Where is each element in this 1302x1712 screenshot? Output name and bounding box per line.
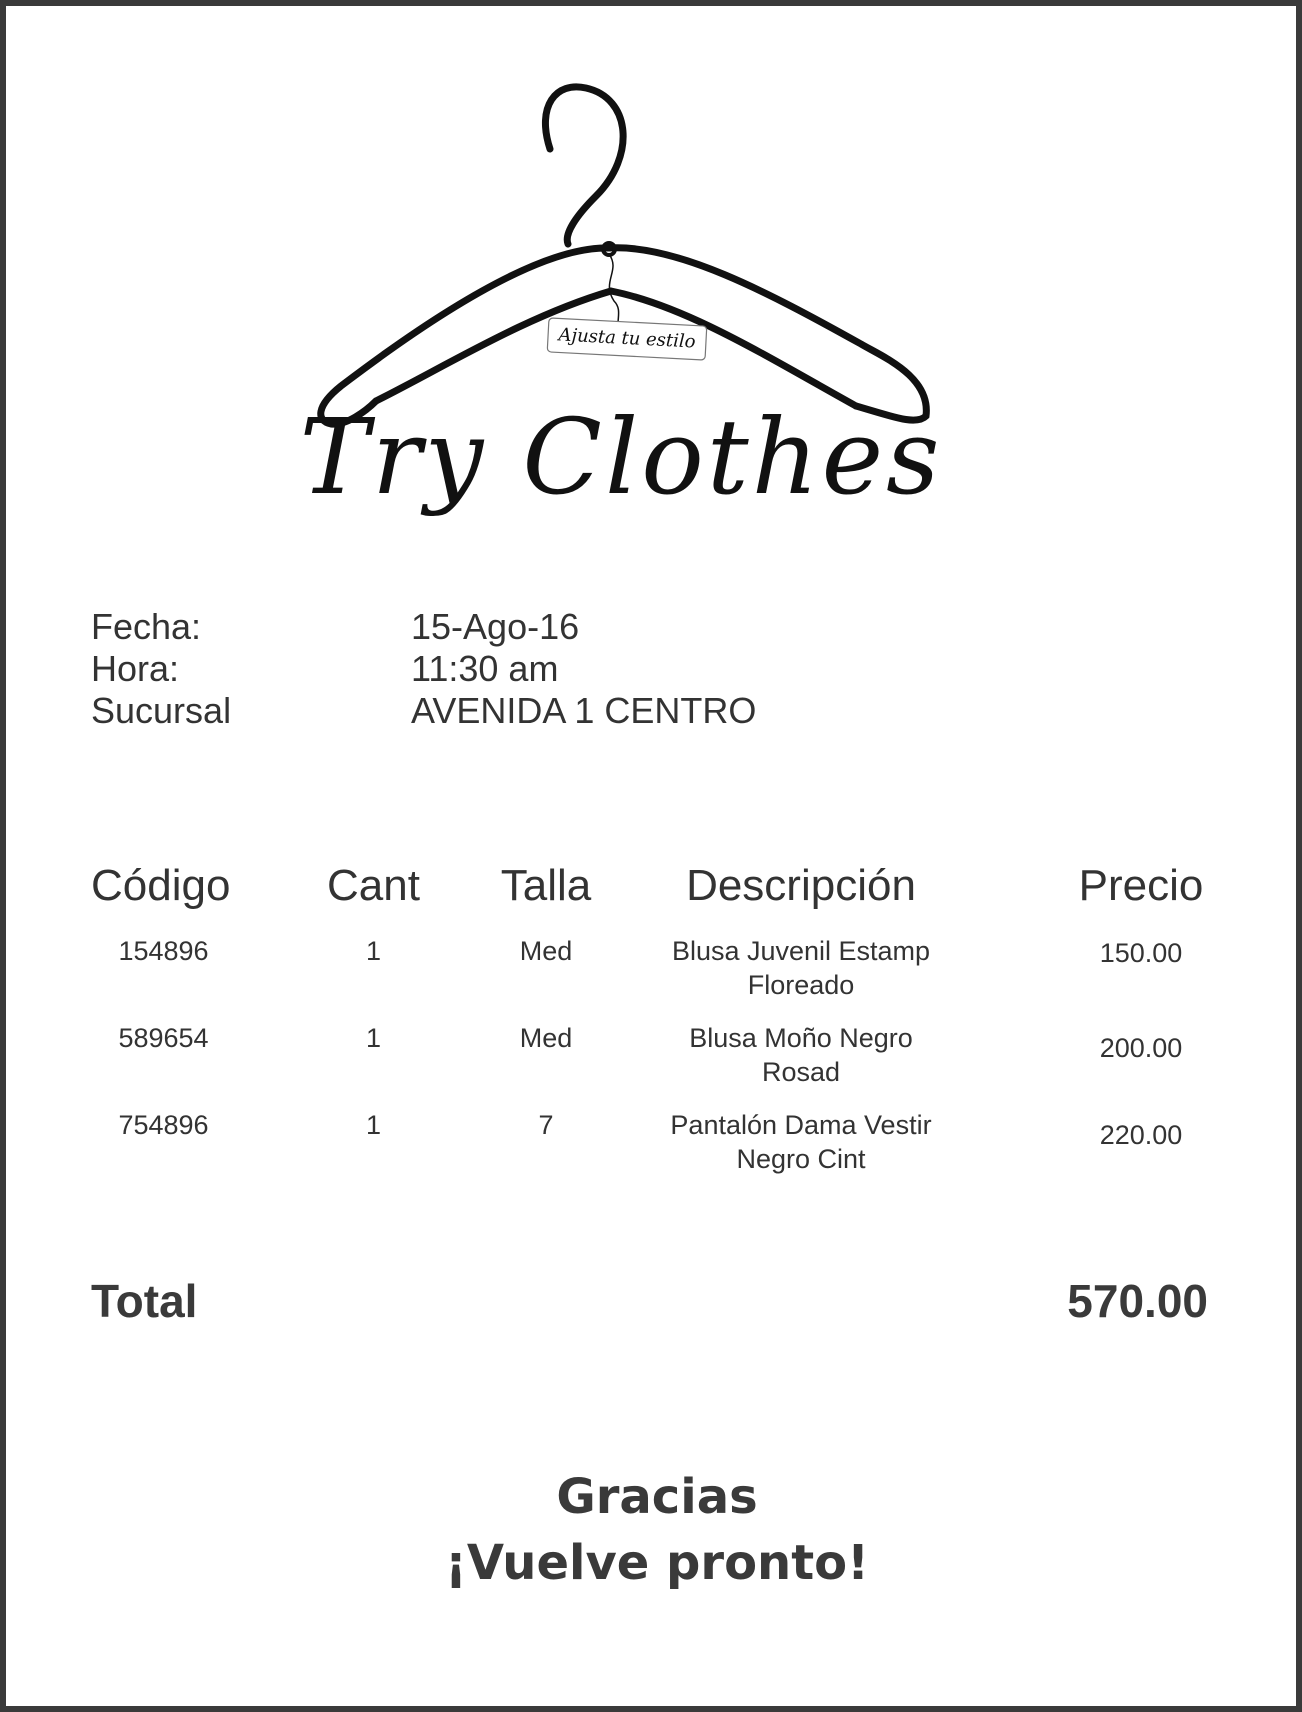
row-description: Blusa Moño Negro Rosad	[636, 1021, 966, 1089]
logo-brand-name: Try Clothes	[299, 396, 943, 518]
brand-logo: Ajusta tu estilo Try Clothes	[296, 76, 946, 536]
row-description-line2: Rosad	[761, 1057, 841, 1087]
row-qty: 1	[365, 1110, 382, 1140]
info-time-row: Hora: 11:30 am	[91, 648, 756, 690]
row-price: 220.00	[1099, 1120, 1183, 1150]
total-value: 570.00	[1067, 1275, 1208, 1327]
row-price: 200.00	[1099, 1033, 1183, 1063]
row-description-line2: Negro Cint	[736, 1144, 866, 1174]
row-size: Med	[519, 1023, 573, 1053]
row-qty: 1	[365, 1023, 382, 1053]
branch-value: AVENIDA 1 CENTRO	[411, 690, 757, 731]
thanks-line2: ¡Vuelve pronto!	[444, 1535, 870, 1591]
date-label: Fecha:	[91, 606, 202, 647]
row-description-line2: Floreado	[747, 970, 855, 1000]
row-size: 7	[538, 1110, 554, 1140]
info-date-row: Fecha: 15-Ago-16	[91, 606, 756, 648]
thanks-line1: Gracias	[556, 1469, 758, 1525]
row-size: Med	[519, 936, 573, 966]
receipt-info: Fecha: 15-Ago-16 Hora: 11:30 am Sucursal…	[91, 606, 756, 732]
time-label: Hora:	[91, 648, 180, 689]
row-description: Blusa Juvenil Estamp Floreado	[636, 934, 966, 1002]
total-label: Total	[91, 1275, 198, 1327]
info-branch-row: Sucursal AVENIDA 1 CENTRO	[91, 690, 756, 732]
header-size: Talla	[500, 861, 592, 910]
header-description: Descripción	[686, 861, 916, 910]
row-description-line1: Blusa Moño Negro	[689, 1023, 913, 1053]
row-code: 754896	[118, 1110, 209, 1140]
receipt: Ajusta tu estilo Try Clothes Fecha: 15-A…	[0, 0, 1302, 1712]
row-description-line1: Blusa Juvenil Estamp	[671, 936, 931, 966]
header-price: Precio	[1078, 861, 1204, 910]
row-code: 154896	[118, 936, 209, 966]
branch-label: Sucursal	[91, 690, 232, 731]
row-qty: 1	[365, 936, 382, 966]
header-qty: Cant	[327, 861, 420, 910]
header-code: Código	[91, 861, 231, 910]
date-value: 15-Ago-16	[411, 606, 580, 647]
row-code: 589654	[118, 1023, 209, 1053]
row-description: Pantalón Dama Vestir Negro Cint	[636, 1108, 966, 1176]
row-price: 150.00	[1099, 938, 1183, 968]
row-description-line1: Pantalón Dama Vestir	[670, 1110, 932, 1140]
time-value: 11:30 am	[411, 648, 559, 689]
thank-you-message: Gracias ¡Vuelve pronto!	[6, 1464, 1302, 1596]
